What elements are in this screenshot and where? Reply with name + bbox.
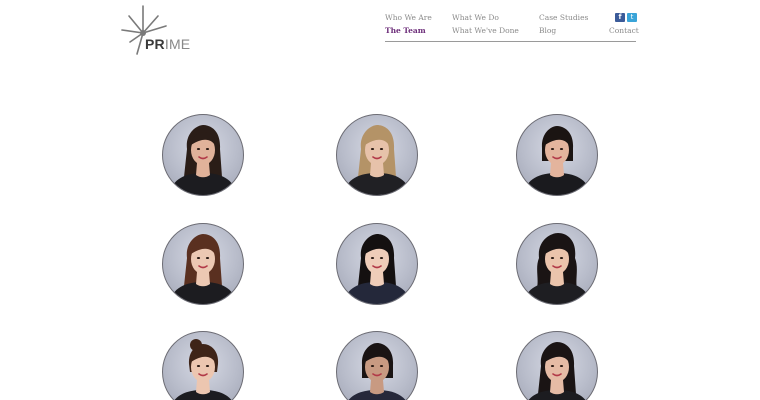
nav-contact[interactable]: Contact (609, 26, 639, 36)
portrait-illustration (523, 233, 591, 304)
twitter-icon[interactable]: t (627, 13, 637, 22)
portrait-illustration (343, 125, 411, 195)
portrait-illustration (348, 343, 406, 400)
logo-text-bold: PR (145, 36, 165, 52)
team-member-photo[interactable] (516, 114, 598, 196)
nav-case-studies[interactable]: Case Studies (539, 13, 588, 23)
team-member-photo[interactable] (336, 331, 418, 400)
team-member-photo[interactable] (162, 223, 244, 305)
portrait-illustration (523, 126, 591, 195)
portrait-illustration (528, 342, 586, 400)
nav-who-we-are[interactable]: Who We Are (385, 13, 432, 23)
nav-what-weve-done[interactable]: What We've Done (452, 26, 519, 36)
facebook-icon[interactable]: f (615, 13, 625, 22)
portrait-illustration (169, 234, 237, 304)
team-member-photo[interactable] (516, 223, 598, 305)
nav-the-team[interactable]: The Team (385, 26, 426, 36)
team-member-photo[interactable] (162, 331, 244, 400)
team-member-photo[interactable] (516, 331, 598, 400)
portrait-illustration (169, 125, 237, 195)
logo-text-light: IME (164, 36, 191, 52)
page: PRIME Who We Are The Team What We Do Wha… (0, 0, 760, 400)
main-nav: Who We Are The Team What We Do What We'v… (385, 11, 639, 42)
prime-logo[interactable]: PRIME (120, 2, 194, 58)
nav-blog[interactable]: Blog (539, 26, 556, 36)
team-member-photo[interactable] (336, 223, 418, 305)
portrait-illustration (343, 234, 411, 304)
logo-wordmark: PRIME (145, 36, 190, 52)
team-member-photo[interactable] (162, 114, 244, 196)
team-member-photo[interactable] (336, 114, 418, 196)
nav-what-we-do[interactable]: What We Do (452, 13, 499, 23)
portrait-illustration (174, 339, 232, 400)
